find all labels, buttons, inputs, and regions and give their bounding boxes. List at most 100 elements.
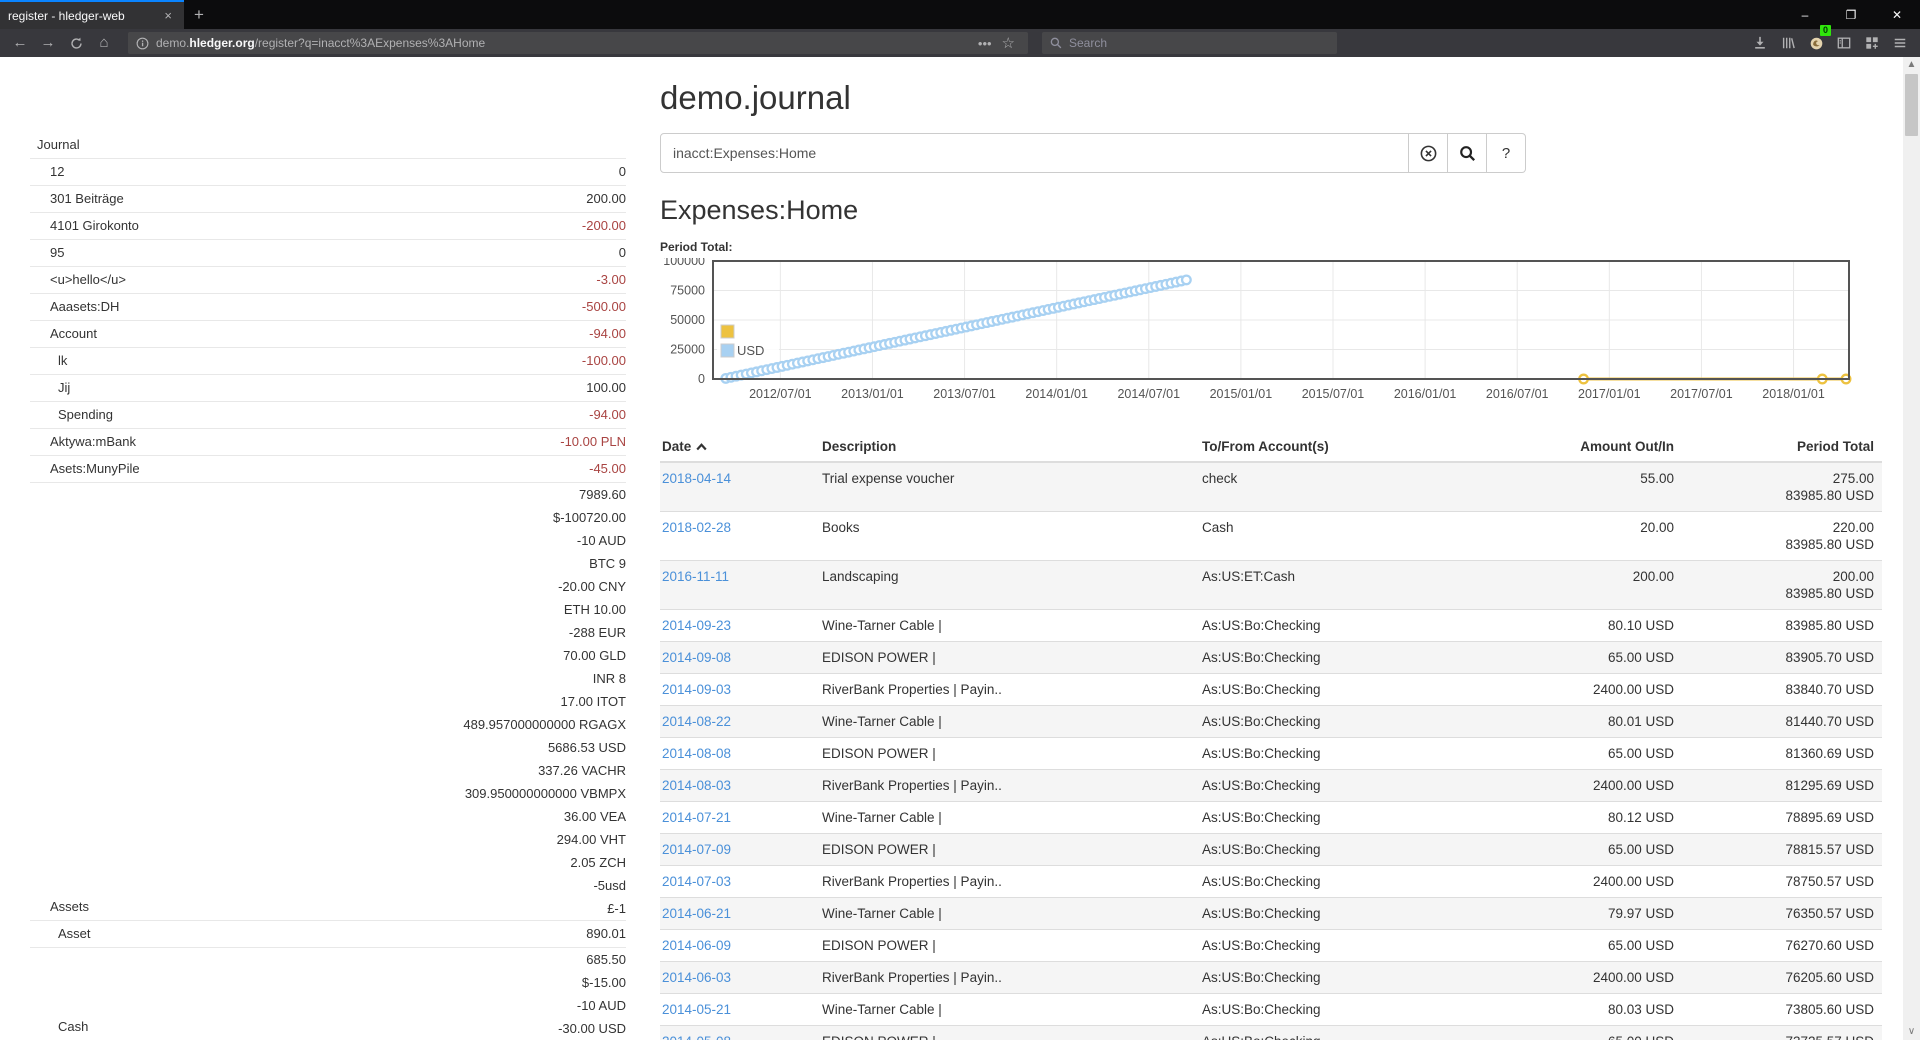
table-row: 2014-06-21Wine-Tarner Cable |As:US:Bo:Ch…	[660, 898, 1882, 930]
account-link[interactable]: Aktywa:mBank	[30, 429, 136, 455]
transaction-date-link[interactable]: 2014-05-21	[662, 1002, 731, 1017]
search-button[interactable]	[1448, 133, 1487, 173]
table-row: 2014-09-03RiverBank Properties | Payin..…	[660, 674, 1882, 706]
transaction-account: As:US:Bo:Checking	[1200, 962, 1492, 994]
table-row: 2014-06-09EDISON POWER |As:US:Bo:Checkin…	[660, 930, 1882, 962]
account-link[interactable]: Asets:MunyPile	[30, 456, 140, 482]
account-balance: 0	[619, 159, 626, 185]
forward-icon[interactable]: →	[34, 30, 62, 56]
account-link[interactable]: Aaasets:DH	[30, 294, 119, 320]
transaction-description: Books	[820, 512, 1200, 561]
svg-text:2018/01/01: 2018/01/01	[1762, 387, 1825, 401]
account-link[interactable]: Asset	[30, 921, 91, 947]
account-link[interactable]: Jij	[30, 375, 70, 401]
scrollbar-thumb[interactable]	[1905, 74, 1918, 136]
back-icon[interactable]: ←	[6, 30, 34, 56]
table-row: 2014-05-08EDISON POWER |As:US:Bo:Checkin…	[660, 1026, 1882, 1040]
table-row: 2014-08-03RiverBank Properties | Payin..…	[660, 770, 1882, 802]
tab-close-icon[interactable]: ×	[160, 8, 176, 23]
transaction-date-link[interactable]: 2014-08-08	[662, 746, 731, 761]
downloads-icon[interactable]	[1746, 30, 1774, 56]
period-total-amount: 275.0083985.80 USD	[1682, 462, 1882, 512]
sidebar-account-row: <u>hello</u>-3.00	[30, 266, 626, 293]
transaction-account: As:US:Bo:Checking	[1200, 898, 1492, 930]
browser-search-field[interactable]: Search	[1042, 32, 1337, 54]
account-link[interactable]: 4101 Girokonto	[30, 213, 139, 239]
search-help-button[interactable]: ?	[1487, 133, 1526, 173]
account-heading: Expenses:Home	[660, 195, 1882, 226]
transaction-account: As:US:Bo:Checking	[1200, 642, 1492, 674]
transaction-date-link[interactable]: 2016-11-11	[662, 569, 729, 584]
extension-icon[interactable]: 0	[1802, 30, 1830, 56]
transaction-date-link[interactable]: 2014-07-21	[662, 810, 731, 825]
svg-text:2015/07/01: 2015/07/01	[1302, 387, 1365, 401]
library-icon[interactable]	[1774, 30, 1802, 56]
transaction-amount: 2400.00 USD	[1492, 962, 1682, 994]
sidebar-account-row: Jij100.00	[30, 374, 626, 401]
transaction-description: Wine-Tarner Cable |	[820, 994, 1200, 1026]
account-link[interactable]: Assets	[30, 894, 89, 920]
page-scrollbar[interactable]: ▲ ∨	[1903, 57, 1920, 1040]
window-close-button[interactable]: ✕	[1874, 0, 1920, 29]
transaction-account: As:US:Bo:Checking	[1200, 706, 1492, 738]
transaction-amount: 80.03 USD	[1492, 994, 1682, 1026]
period-total-chart: 02500050000750001000002012/07/012013/01/…	[660, 258, 1882, 415]
account-link[interactable]: 95	[30, 240, 64, 266]
site-info-icon[interactable]	[136, 37, 149, 50]
transaction-date-link[interactable]: 2014-09-23	[662, 618, 731, 633]
account-link[interactable]: Spending	[30, 402, 113, 428]
transaction-account: As:US:Bo:Checking	[1200, 738, 1492, 770]
table-row: 2014-08-08EDISON POWER |As:US:Bo:Checkin…	[660, 738, 1882, 770]
scroll-up-icon[interactable]: ▲	[1903, 57, 1920, 73]
query-input[interactable]	[660, 133, 1409, 173]
transaction-date-link[interactable]: 2014-09-08	[662, 650, 731, 665]
window-restore-button[interactable]: ❐	[1828, 0, 1874, 29]
period-total-label: Period Total:	[660, 240, 1882, 254]
account-balance: 0	[619, 240, 626, 266]
account-link[interactable]: lk	[30, 348, 67, 374]
period-total-amount: 78895.69 USD	[1682, 802, 1882, 834]
transaction-date-link[interactable]: 2014-06-09	[662, 938, 731, 953]
svg-text:75000: 75000	[670, 284, 705, 298]
sidebar-journal-link[interactable]: Journal	[30, 132, 626, 158]
table-row: 2014-07-09EDISON POWER |As:US:Bo:Checkin…	[660, 834, 1882, 866]
transaction-date-link[interactable]: 2014-05-08	[662, 1034, 731, 1040]
transaction-date-link[interactable]: 2018-04-14	[662, 471, 731, 486]
menu-icon[interactable]	[1886, 30, 1914, 56]
account-balance: 7989.60$-100720.00-10 AUDBTC 9-20.00 CNY…	[463, 483, 626, 920]
transaction-date-link[interactable]: 2014-06-03	[662, 970, 731, 985]
transaction-date-link[interactable]: 2014-08-03	[662, 778, 731, 793]
transaction-date-link[interactable]: 2018-02-28	[662, 520, 731, 535]
table-row: 2018-02-28BooksCash20.00220.0083985.80 U…	[660, 512, 1882, 561]
accounts-sidebar: Journal 120301 Beiträge200.004101 Giroko…	[30, 132, 626, 1040]
transaction-amount: 79.97 USD	[1492, 898, 1682, 930]
transaction-date-link[interactable]: 2014-07-03	[662, 874, 731, 889]
svg-text:2014/07/01: 2014/07/01	[1117, 387, 1180, 401]
url-bar[interactable]: demo.hledger.org/register?q=inacct%3AExp…	[128, 32, 1028, 54]
account-link[interactable]: Cash	[30, 1014, 88, 1040]
transaction-date-link[interactable]: 2014-09-03	[662, 682, 731, 697]
transaction-date-link[interactable]: 2014-08-22	[662, 714, 731, 729]
reload-icon[interactable]	[62, 30, 90, 56]
transaction-amount: 200.00	[1492, 561, 1682, 610]
transaction-amount: 2400.00 USD	[1492, 674, 1682, 706]
browser-tab[interactable]: register - hledger-web ×	[0, 0, 184, 29]
account-balance: -100.00	[582, 348, 626, 374]
bookmark-star-icon[interactable]: ☆	[997, 34, 1020, 52]
account-link[interactable]: <u>hello</u>	[30, 267, 126, 293]
panels-add-icon[interactable]	[1858, 30, 1886, 56]
table-row: 2014-09-23Wine-Tarner Cable |As:US:Bo:Ch…	[660, 610, 1882, 642]
column-header-date[interactable]: Date	[660, 433, 820, 462]
period-total-amount: 78750.57 USD	[1682, 866, 1882, 898]
account-link[interactable]: Account	[30, 321, 97, 347]
account-link[interactable]: 301 Beiträge	[30, 186, 124, 212]
transaction-date-link[interactable]: 2014-07-09	[662, 842, 731, 857]
page-actions-icon[interactable]: •••	[973, 36, 997, 51]
new-tab-button[interactable]: +	[184, 0, 214, 29]
account-link[interactable]: 12	[30, 159, 64, 185]
clear-query-button[interactable]	[1409, 133, 1448, 173]
scroll-down-icon[interactable]: ∨	[1903, 1024, 1920, 1040]
transaction-date-link[interactable]: 2014-06-21	[662, 906, 731, 921]
home-icon[interactable]: ⌂	[90, 30, 118, 56]
sidebars-icon[interactable]	[1830, 30, 1858, 56]
